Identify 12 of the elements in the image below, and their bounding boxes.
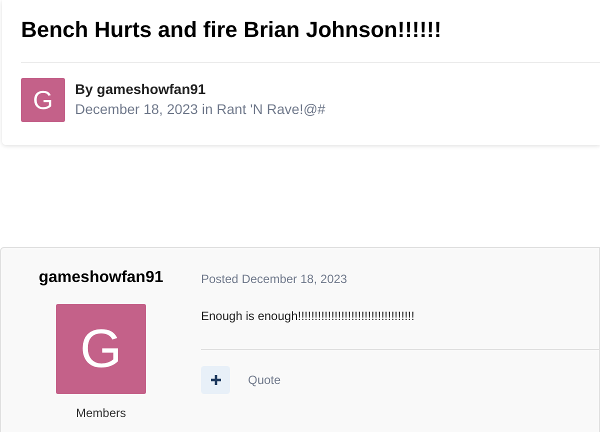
topic-title: Bench Hurts and fire Brian Johnson!!!!!! bbox=[21, 16, 442, 44]
post-author-avatar[interactable]: G bbox=[56, 304, 146, 394]
post-meta: December 18, 2023 in Rant 'N Rave!@# bbox=[75, 100, 326, 119]
post-author-name[interactable]: gameshowfan91 bbox=[38, 268, 164, 288]
posted-date: Posted December 18, 2023 bbox=[201, 271, 348, 288]
member-group: Members bbox=[76, 404, 126, 422]
plus-icon bbox=[210, 375, 220, 385]
author-avatar[interactable]: G bbox=[21, 78, 65, 122]
author-byline[interactable]: By gameshowfan91 bbox=[75, 79, 326, 99]
reaction-button[interactable] bbox=[201, 366, 230, 394]
quote-button[interactable]: Quote bbox=[248, 371, 281, 389]
post-body: Enough is enough!!!!!!!!!!!!!!!!!!!!!!!!!!!!!!!!!!! bbox=[201, 308, 416, 325]
